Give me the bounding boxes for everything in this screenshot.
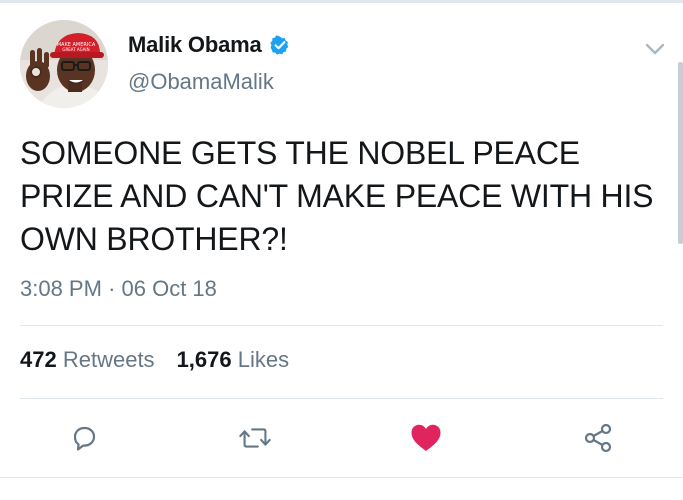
like-button[interactable] [408,420,444,456]
reply-icon [73,426,96,451]
svg-text:GREAT AGAIN: GREAT AGAIN [62,47,89,52]
likes-stat[interactable]: 1,676 Likes [177,347,290,373]
verified-badge-icon [269,35,288,55]
bottom-divider [0,477,683,478]
chevron-down-icon[interactable] [642,36,668,62]
retweet-icon [239,428,271,448]
share-button[interactable] [580,420,616,456]
timestamp-separator: · [108,276,116,301]
top-divider [0,0,683,3]
tweet-stats: 472 Retweets 1,676 Likes [20,347,289,373]
tweet-actions [0,410,683,466]
profile-photo: MAKE AMERICA GREAT AGAIN [20,20,108,108]
share-icon [584,423,612,453]
tweet-text: SOMEONE GETS THE NOBEL PEACE PRIZE AND C… [20,135,654,257]
author-handle[interactable]: @ObamaMalik [128,69,274,95]
tweet-time: 3:08 PM [20,276,102,301]
display-name[interactable]: Malik Obama [128,32,262,58]
retweets-label: Retweets [62,347,155,372]
retweets-count: 472 [20,347,57,372]
tweet-header: MAKE AMERICA GREAT AGAIN Malik Obama @Ob… [20,20,670,110]
divider [20,398,663,399]
reply-button[interactable] [66,420,102,456]
likes-label: Likes [237,347,290,372]
avatar[interactable]: MAKE AMERICA GREAT AGAIN [20,20,108,108]
author-name-row[interactable]: Malik Obama [128,32,291,58]
heart-icon [411,424,441,451]
likes-count: 1,676 [176,347,232,372]
tweet-timestamp[interactable]: 3:08 PM · 06 Oct 18 [20,276,217,302]
scrollbar[interactable] [678,62,683,244]
divider [20,325,663,326]
retweet-button[interactable] [237,420,273,456]
retweets-stat[interactable]: 472 Retweets [20,347,155,373]
tweet-date: 06 Oct 18 [121,276,217,301]
